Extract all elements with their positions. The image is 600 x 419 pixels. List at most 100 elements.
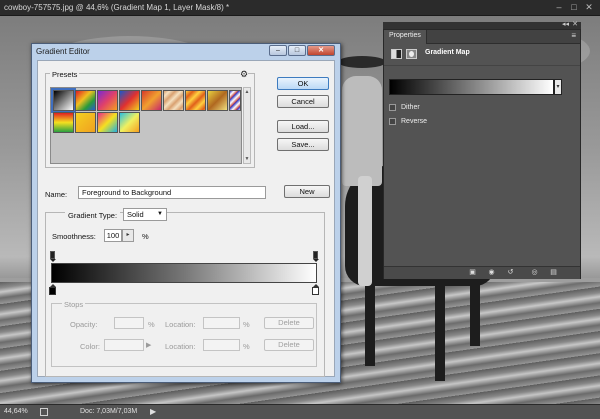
tab-properties[interactable]: Properties: [384, 30, 427, 44]
preset-swatches: [50, 87, 242, 164]
rider-hat: [338, 56, 386, 68]
gradient-name-input[interactable]: Foreground to Background: [78, 186, 266, 199]
properties-header: Properties ≡: [384, 30, 580, 44]
dialog-body: Presets ⚙ ▲ ▼ OK Cancel Load... Save... …: [37, 60, 335, 377]
preset-swatch[interactable]: [185, 90, 206, 111]
opacity-input[interactable]: [114, 317, 144, 329]
dither-row[interactable]: Dither: [389, 102, 420, 112]
dialog-minimize-button[interactable]: –: [269, 45, 287, 56]
properties-footer: ▣ ◉ ↺ ◎ ▤: [384, 266, 580, 279]
status-menu-arrow-icon[interactable]: ▶: [150, 407, 156, 416]
color-swatch-input[interactable]: [104, 339, 144, 351]
scroll-down-icon[interactable]: ▼: [244, 156, 250, 162]
zoom-level[interactable]: 44,64%: [4, 408, 28, 415]
gradient-dropdown-icon[interactable]: ▾: [554, 79, 562, 95]
color-stop-right[interactable]: [312, 284, 319, 295]
new-button[interactable]: New: [284, 185, 330, 198]
gradient-bar[interactable]: [51, 263, 317, 283]
color-stop-left[interactable]: [49, 284, 56, 295]
preset-swatch[interactable]: [119, 90, 140, 111]
color-menu-icon[interactable]: ▶: [146, 341, 151, 349]
rider-body: [342, 76, 382, 186]
visibility-icon[interactable]: ◎: [530, 269, 539, 277]
smoothness-input[interactable]: 100: [104, 229, 122, 242]
opacity-location-label: Location:: [165, 320, 196, 329]
color-location-input[interactable]: [203, 339, 240, 351]
reset-icon[interactable]: ↺: [506, 269, 515, 277]
opacity-stop-left[interactable]: [50, 251, 56, 262]
window-controls: – □ ✕: [554, 1, 594, 13]
panel-menu-icon[interactable]: ≡: [571, 31, 576, 40]
color-label: Color:: [80, 342, 101, 351]
adjustment-icon[interactable]: [391, 49, 402, 59]
layer-mask-icon[interactable]: [406, 49, 417, 59]
stops-group: [51, 303, 317, 367]
reverse-row[interactable]: Reverse: [389, 116, 427, 126]
scroll-up-icon[interactable]: ▲: [244, 89, 250, 95]
close-button[interactable]: ✕: [584, 1, 594, 13]
opacity-unit: %: [148, 320, 155, 329]
chevron-down-icon: ▼: [157, 211, 163, 217]
maximize-button[interactable]: □: [569, 1, 579, 13]
adjustment-name: Gradient Map: [425, 49, 470, 56]
stops-label: Stops: [62, 300, 86, 309]
preset-swatch[interactable]: [75, 90, 96, 111]
status-bar: 44,64% Doc: 7,03M/7,03M ▶: [0, 404, 600, 419]
gear-icon[interactable]: ⚙: [240, 69, 249, 80]
color-location-label: Location:: [165, 342, 196, 351]
save-button[interactable]: Save...: [277, 138, 329, 151]
smoothness-unit: %: [142, 232, 149, 241]
properties-panel-bar[interactable]: ◂◂ ✕: [383, 20, 581, 29]
load-button[interactable]: Load...: [277, 120, 329, 133]
preset-swatch[interactable]: [97, 112, 118, 133]
delete-opacity-stop-button[interactable]: Delete: [264, 317, 314, 329]
presets-label: Presets: [50, 70, 80, 79]
collapse-panel-icon[interactable]: ◂◂: [562, 20, 569, 28]
properties-panel: Properties ≡ Gradient Map ▾ Dither Rever…: [383, 29, 581, 279]
preset-swatch[interactable]: [229, 90, 241, 111]
preset-swatch[interactable]: [207, 90, 228, 111]
dither-checkbox[interactable]: [389, 103, 396, 111]
dialog-close-button[interactable]: ✕: [307, 45, 335, 56]
opacity-location-input[interactable]: [203, 317, 240, 329]
gradient-type-label: Gradient Type:: [65, 211, 121, 220]
minimize-button[interactable]: –: [554, 1, 564, 13]
gradient-editor-dialog: Gradient Editor – □ ✕ Presets ⚙ ▲ ▼ OK C…: [31, 43, 341, 383]
dither-label: Dither: [401, 103, 420, 111]
preset-swatch[interactable]: [53, 112, 74, 133]
preset-swatch[interactable]: [51, 88, 76, 113]
doc-size: Doc: 7,03M/7,03M: [80, 408, 138, 415]
dialog-title: Gradient Editor: [36, 47, 90, 56]
dialog-maximize-button[interactable]: □: [288, 45, 306, 56]
name-label: Name:: [45, 190, 68, 199]
rider-leg: [358, 176, 372, 286]
smoothness-label: Smoothness:: [52, 232, 96, 241]
opacity-location-unit: %: [243, 320, 250, 329]
delete-color-stop-button[interactable]: Delete: [264, 339, 314, 351]
document-tab[interactable]: cowboy-757575.jpg @ 44,6% (Gradient Map …: [0, 0, 600, 16]
horse-leg: [435, 271, 445, 381]
opacity-label: Opacity:: [70, 320, 98, 329]
preset-swatch[interactable]: [163, 90, 184, 111]
reverse-label: Reverse: [401, 117, 428, 125]
view-previous-icon[interactable]: ◉: [487, 269, 496, 277]
cancel-button[interactable]: Cancel: [277, 95, 329, 108]
gradient-type-value: Solid: [127, 210, 144, 219]
gradient-type-select[interactable]: Solid ▼: [123, 208, 167, 221]
trash-icon[interactable]: ▤: [549, 269, 558, 277]
preset-swatch[interactable]: [97, 90, 118, 111]
color-location-unit: %: [243, 342, 250, 351]
opacity-stop-right[interactable]: [313, 251, 319, 262]
proof-icon[interactable]: [40, 408, 48, 416]
preset-swatch[interactable]: [119, 112, 140, 133]
smoothness-slider-icon[interactable]: ▸: [122, 229, 134, 242]
ok-button[interactable]: OK: [277, 77, 329, 90]
presets-scrollbar[interactable]: ▲ ▼: [243, 87, 251, 164]
preset-swatch[interactable]: [75, 112, 96, 133]
clip-to-layer-icon[interactable]: ▣: [468, 269, 477, 277]
preset-swatch[interactable]: [141, 90, 162, 111]
close-panel-icon[interactable]: ✕: [572, 20, 578, 28]
reverse-checkbox[interactable]: [389, 117, 396, 125]
gradient-preview[interactable]: [389, 79, 554, 95]
adjustment-layer-row: Gradient Map: [384, 44, 580, 66]
